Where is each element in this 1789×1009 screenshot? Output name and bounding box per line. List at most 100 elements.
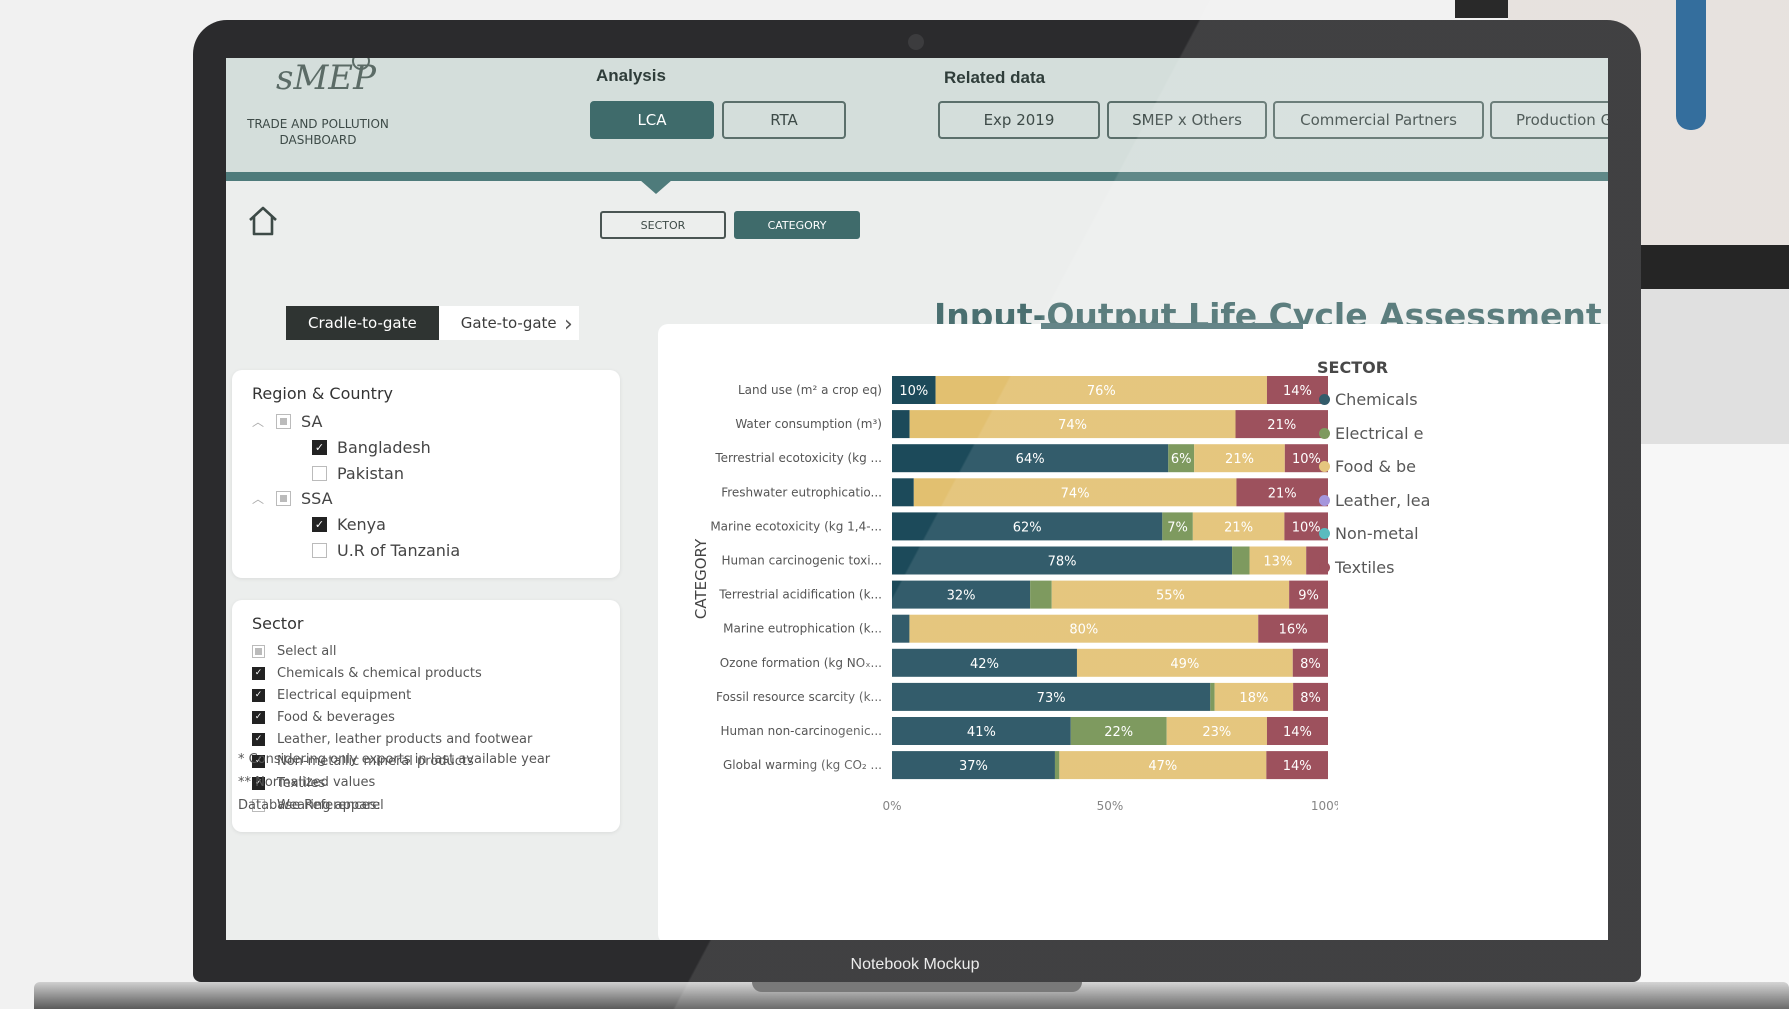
analysis-label: Analysis [596, 66, 666, 85]
app-title-line: DASHBOARD [279, 133, 357, 147]
sector-option[interactable]: Food & beverages [252, 708, 395, 726]
home-icon[interactable] [246, 204, 280, 238]
tree-item-tanzania[interactable]: U.R of Tanzania [312, 539, 460, 561]
checkbox[interactable] [252, 666, 265, 680]
sector-option[interactable]: Leather, leather products and footwear [252, 730, 532, 748]
legend-item[interactable]: Chemicals [1319, 390, 1418, 409]
bar-segment[interactable] [1054, 751, 1060, 780]
legend-label: Non-metal [1335, 524, 1419, 543]
data-label: 6% [1171, 452, 1192, 467]
background-object [1676, 0, 1706, 130]
sector-option[interactable]: Electrical equipment [252, 686, 411, 704]
category-label: Human carcinogenic toxi... [722, 554, 883, 568]
legend-swatch [1319, 427, 1330, 439]
tree-item-pakistan[interactable]: Pakistan [312, 462, 404, 484]
data-label: 42% [970, 657, 999, 672]
category-label: Human non-carcinogenic... [721, 724, 882, 738]
related-commercial-partners-button[interactable]: Commercial Partners [1273, 101, 1484, 139]
data-label: 21% [1267, 418, 1296, 433]
checkbox[interactable] [312, 465, 327, 481]
checkbox[interactable] [252, 732, 265, 746]
bar-segment[interactable] [892, 410, 910, 439]
tree-item-kenya[interactable]: Kenya [312, 513, 386, 535]
legend-label: Chemicals [1335, 390, 1418, 409]
checkbox[interactable] [276, 413, 291, 429]
data-label: 47% [1148, 759, 1177, 774]
legend-swatch [1319, 561, 1330, 573]
data-label: 13% [1263, 555, 1292, 570]
chevron-up-icon[interactable]: ︿ [252, 490, 270, 507]
scope-tabs: Cradle-to-gate Gate-to-gate [286, 306, 579, 340]
legend-item[interactable]: Food & be [1319, 457, 1416, 476]
bar-segment[interactable] [892, 478, 914, 507]
legend-item[interactable]: Non-metal [1319, 524, 1419, 543]
category-label: Marine eutrophication (k... [723, 622, 882, 636]
bar-segment[interactable] [1210, 682, 1215, 711]
tab-rta[interactable]: RTA [722, 101, 846, 139]
footnote: Database References: [238, 798, 381, 813]
sector-option-label: Leather, leather products and footwear [277, 731, 533, 747]
sector-option-select-all[interactable]: Select all [252, 642, 336, 660]
tree-item-label: U.R of Tanzania [337, 540, 461, 560]
legend-label: Electrical e [1335, 423, 1424, 443]
data-label: 14% [1283, 725, 1312, 740]
legend-item[interactable]: Textiles [1319, 558, 1394, 577]
app-title: TRADE AND POLLUTION DASHBOARD [238, 116, 398, 148]
chevron-right-icon[interactable]: › [564, 312, 573, 337]
chevron-up-icon[interactable]: ︿ [252, 413, 270, 430]
related-data-label: Related data [944, 68, 1046, 87]
category-label: Terrestrial ecotoxicity (kg ... [714, 451, 882, 465]
sector-option-label: Select all [277, 643, 337, 659]
tree-item-bangladesh[interactable]: Bangladesh [312, 436, 431, 458]
data-label: 10% [1292, 452, 1321, 467]
legend-item[interactable]: Leather, lea [1319, 491, 1430, 510]
data-label: 37% [959, 759, 988, 774]
bar-segment[interactable] [1030, 580, 1052, 609]
checkbox[interactable] [312, 516, 327, 532]
checkbox[interactable] [276, 490, 291, 506]
tab-cradle-to-gate[interactable]: Cradle-to-gate [286, 306, 439, 340]
region-country-filter: Region & Country ︿ SA Bangladesh Pakista… [232, 370, 620, 578]
related-exp-2019-button[interactable]: Exp 2019 [938, 101, 1100, 139]
data-label: 10% [899, 384, 928, 399]
related-production-button[interactable]: Production G [1490, 101, 1608, 139]
data-label: 62% [1013, 520, 1042, 535]
category-label: Ozone formation (kg NOₓ... [720, 656, 882, 670]
header: sMEP TRADE AND POLLUTION DASHBOARD Analy… [226, 58, 1608, 172]
category-label: Fossil resource scarcity (k... [716, 690, 882, 704]
data-label: 8% [1300, 657, 1321, 672]
sector-option-label: Food & beverages [277, 709, 395, 725]
checkbox[interactable] [252, 688, 265, 702]
tree-group-label: SSA [301, 488, 333, 508]
data-label: 10% [1292, 520, 1321, 535]
tab-lca[interactable]: LCA [590, 101, 714, 139]
data-label: 74% [1061, 486, 1090, 501]
legend-item[interactable]: Electrical e [1319, 424, 1423, 443]
checkbox[interactable] [312, 439, 327, 455]
header-divider [226, 172, 1608, 181]
stacked-bar-chart: CATEGORY Land use (m² a crop eq) 10% 76% 14%… [692, 376, 1338, 813]
checkbox[interactable] [252, 644, 265, 658]
tree-group-ssa[interactable]: ︿ SSA [252, 487, 333, 509]
data-label: 21% [1224, 520, 1253, 535]
active-tab-pointer [640, 180, 672, 194]
category-view-button[interactable]: CATEGORY [734, 211, 860, 239]
background-block [1640, 245, 1789, 289]
tree-group-sa[interactable]: ︿ SA [252, 410, 322, 432]
bar-segment[interactable] [892, 614, 910, 643]
checkbox[interactable] [312, 542, 327, 558]
sector-view-button[interactable]: SECTOR [600, 211, 726, 239]
bar-segment[interactable] [1232, 546, 1250, 575]
tree-group-label: SA [301, 411, 323, 431]
checkbox[interactable] [252, 710, 265, 724]
category-label: Water consumption (m³) [735, 417, 882, 431]
related-smep-others-button[interactable]: SMEP x Others [1107, 101, 1267, 139]
sector-option[interactable]: Chemicals & chemical products [252, 664, 482, 682]
data-label: 21% [1268, 486, 1297, 501]
data-label: 7% [1167, 520, 1188, 535]
laptop-notch [752, 982, 1082, 992]
tab-gate-to-gate[interactable]: Gate-to-gate [438, 306, 579, 340]
data-label: 78% [1048, 555, 1077, 570]
x-tick-label: 0% [882, 799, 901, 813]
x-tick-label: 50% [1097, 799, 1124, 813]
